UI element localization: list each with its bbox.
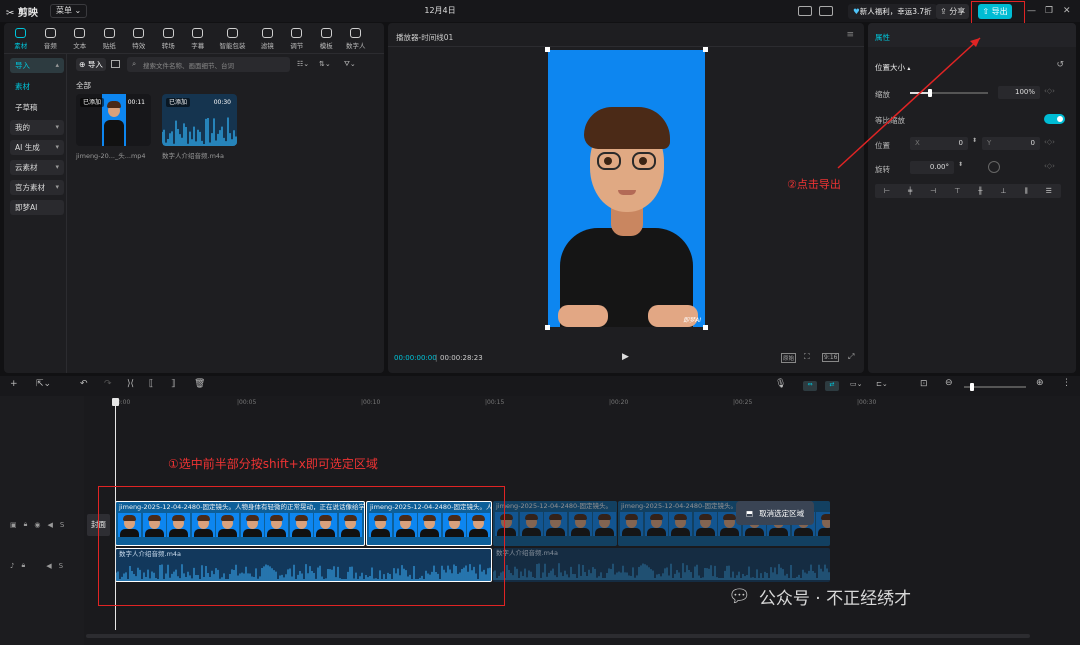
- ruler-tick: |00:15: [485, 399, 505, 406]
- clip-frame-thumbnail: [593, 512, 616, 536]
- ruler-tick: |00:25: [733, 399, 753, 406]
- delete-icon[interactable]: 🗑: [194, 379, 205, 389]
- playhead-handle[interactable]: [112, 398, 119, 406]
- video-clip-dimmed[interactable]: jimeng-2025-12-04-2480-固定镜头。: [493, 501, 617, 546]
- audio-track-icon: ♪: [10, 561, 15, 570]
- solo-icon[interactable]: S: [59, 562, 63, 570]
- add-track-icon[interactable]: +: [10, 379, 18, 389]
- zoom-slider[interactable]: [964, 383, 1026, 391]
- timeline-toolbar: + ⇱⌄ ↶ ↷ ⟩⟨ ⟦ ⟧ 🗑 🎙 ⇔ ⇄ ▭⌄ ⊏⌄ ⊡ ⊖ ⊕ ⋮: [0, 376, 1080, 396]
- split-right-icon[interactable]: ⟧: [171, 379, 175, 389]
- magnet-icon[interactable]: ⇄: [825, 381, 839, 391]
- audio-clip-dimmed[interactable]: 数字人介绍音频.m4a: [493, 548, 830, 582]
- zoom-in-icon[interactable]: ⊕: [1036, 378, 1044, 388]
- horizontal-scrollbar[interactable]: [86, 634, 1030, 638]
- audio-track-header: ♪ 🔒︎ ◀ S: [10, 561, 63, 570]
- mute-icon[interactable]: ◀: [46, 562, 51, 570]
- clip-frame-thumbnail: [568, 512, 592, 536]
- wechat-icon: 💬︎: [728, 586, 751, 607]
- clip-frame-thumbnail: [816, 512, 830, 536]
- mute-icon[interactable]: ◀: [47, 521, 52, 529]
- clip-frame-thumbnail: [644, 512, 668, 536]
- wechat-watermark: 💬︎ 公众号 · 不正经绣才: [728, 584, 911, 609]
- split-icon[interactable]: ⟩⟨: [127, 379, 134, 389]
- preview-quality-icon[interactable]: ▭⌄: [850, 380, 862, 388]
- deselect-icon: ⬒: [746, 508, 754, 518]
- annotation-step1: ①选中前半部分按shift+x即可选定区域: [168, 457, 378, 471]
- slider-handle[interactable]: [970, 383, 974, 391]
- more-icon[interactable]: ⋮: [1062, 378, 1071, 388]
- ruler-tick: |00:20: [609, 399, 629, 406]
- undo-icon[interactable]: ↶: [80, 379, 88, 389]
- lock-icon[interactable]: 🔒︎: [21, 561, 25, 570]
- annotation-step2: ②点击导出: [787, 178, 841, 191]
- ruler-tick: |00:30: [857, 399, 877, 406]
- link-toggle-icon[interactable]: ⇔: [803, 381, 817, 391]
- lock-icon[interactable]: 🔒︎: [24, 520, 28, 529]
- deselect-region-button[interactable]: ⬒ 取消选定区域: [736, 501, 815, 525]
- video-track-header: ▣ 🔒︎ ◉ ◀ S: [10, 520, 64, 529]
- select-tool-icon[interactable]: ⇱⌄: [36, 379, 51, 389]
- timeline-area: 00:00 |00:05 |00:10 |00:15 |00:20 |00:25 |00:3…: [0, 396, 1080, 645]
- solo-icon[interactable]: S: [60, 521, 64, 529]
- ruler-tick: |00:05: [237, 399, 257, 406]
- waveform-icon: [493, 563, 830, 580]
- track-type-icon: ▣: [10, 520, 17, 529]
- watermark-text: 公众号 · 不正经绣才: [758, 589, 912, 609]
- clip-frame-thumbnail: [544, 512, 567, 536]
- snap-icon[interactable]: ⊏⌄: [876, 380, 888, 388]
- deselect-label: 取消选定区域: [759, 508, 805, 518]
- clip-frame-thumbnail: [669, 512, 692, 536]
- zoom-out-icon[interactable]: ⊖: [945, 378, 953, 388]
- split-left-icon[interactable]: ⟦: [149, 379, 153, 389]
- selection-highlight-box: [98, 486, 505, 606]
- clip-label: jimeng-2025-12-04-2480-固定镜头。: [496, 502, 613, 510]
- ruler-tick: |00:10: [361, 399, 381, 406]
- clip-frame-thumbnail: [693, 512, 717, 536]
- timeline-ruler[interactable]: 00:00 |00:05 |00:10 |00:15 |00:20 |00:25 |00:3…: [85, 396, 1080, 412]
- microphone-icon[interactable]: 🎙: [775, 379, 786, 389]
- clip-label: 数字人介绍音频.m4a: [496, 549, 559, 557]
- clip-frame-thumbnail: [519, 512, 543, 536]
- zoom-fit-icon[interactable]: ⊡: [920, 379, 928, 389]
- eye-icon[interactable]: ◉: [34, 521, 40, 529]
- clip-frame-thumbnail: [620, 512, 643, 536]
- redo-icon[interactable]: ↷: [104, 379, 112, 389]
